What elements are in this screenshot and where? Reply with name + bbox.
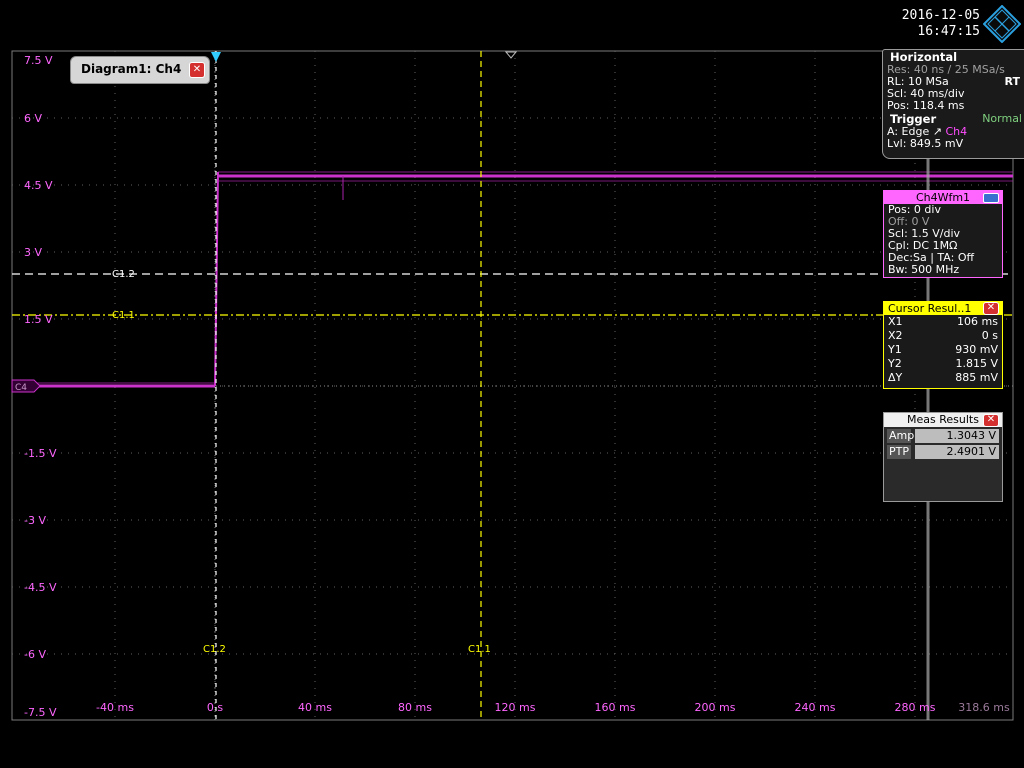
x-tick-label: -40 ms	[96, 701, 134, 714]
cursor-result-value: 1.815 V	[955, 357, 998, 370]
datetime: 2016-12-05 16:47:15	[880, 8, 980, 40]
y-tick-label: -4.5 V	[24, 581, 57, 594]
meas-result-name: Amp	[887, 429, 915, 443]
waveform-panel[interactable]: Ch4Wfm1 Pos: 0 div Off: 0 V Scl: 1.5 V/div…	[883, 190, 1003, 278]
trigger-mode: Normal	[982, 112, 1022, 125]
y-tick-label: 3 V	[24, 246, 42, 259]
ch4-marker-label: C4	[15, 383, 27, 393]
x-tick-label: 318.6 ms	[958, 701, 1010, 714]
x-tick-label: 120 ms	[495, 701, 536, 714]
x-axis-labels: -40 ms 0 s 40 ms 80 ms 120 ms 160 ms 200 ms 240…	[96, 701, 1010, 714]
meas-result-row: Amp 1.3043 V	[887, 429, 999, 443]
cursor-result-value: 0 s	[981, 329, 998, 342]
cursor-result-name: ΔY	[888, 371, 903, 384]
meas-results-close-icon[interactable]: ✕	[983, 414, 999, 427]
trigger-header: Trigger Normal	[883, 112, 1024, 126]
rohde-schwarz-logo-icon	[983, 5, 1021, 43]
meas-result-name: PTP	[887, 445, 911, 459]
x-tick-label: 240 ms	[795, 701, 836, 714]
x-tick-label: 0 s	[207, 701, 223, 714]
cursor-c11-label: C1.1	[112, 310, 135, 321]
time-text: 16:47:15	[917, 24, 980, 39]
y-tick-label: 6 V	[24, 112, 42, 125]
x-tick-label: 200 ms	[695, 701, 736, 714]
diagram-title: Diagram1: Ch4	[81, 62, 182, 76]
y-tick-label: 4.5 V	[24, 179, 53, 192]
y-tick-label: 7.5 V	[24, 54, 53, 67]
cursor-result-value: 106 ms	[957, 315, 998, 328]
meas-result-value: 1.3043 V	[915, 429, 999, 443]
x-tick-label: 160 ms	[595, 701, 636, 714]
cursor-result-row: Y2 1.815 V	[884, 357, 1002, 371]
meas-results-title: Meas Results	[907, 413, 979, 426]
cursor-result-row: X1 106 ms	[884, 315, 1002, 329]
cursor-result-name: Y2	[888, 357, 902, 370]
cursor-results-panel[interactable]: Cursor Resul..1 ✕ X1 106 ms X2 0 s Y1 930 mV Y…	[883, 301, 1003, 389]
cursor-c12-label: C1.2	[112, 269, 135, 280]
oscilloscope-display: C4 C1.2 C1.1 C1.2 C1.1 7.5 V 6 V 4.5 V 3 V 1…	[11, 50, 1014, 721]
meas-results-rows: Amp 1.3043 V PTP 2.4901 V	[884, 429, 1002, 459]
x-tick-label: 80 ms	[398, 701, 432, 714]
meas-result-value: 2.4901 V	[915, 445, 999, 459]
y-tick-label: 1.5 V	[24, 313, 53, 326]
ch4-waveform	[12, 171, 1013, 388]
waveform-setting: Bw: 500 MHz	[888, 263, 960, 276]
cursor-results-title: Cursor Resul..1	[888, 302, 972, 315]
cursor-result-value: 930 mV	[955, 343, 998, 356]
y-tick-label: -3 V	[24, 514, 46, 527]
diagram-close-icon[interactable]: ✕	[189, 62, 205, 78]
cursor-result-name: X1	[888, 315, 903, 328]
cursor-result-row: X2 0 s	[884, 329, 1002, 343]
x-tick-label: 280 ms	[895, 701, 936, 714]
date-text: 2016-12-05	[901, 8, 980, 23]
trigger-position-marker	[211, 52, 221, 62]
horizontal-rt: RT	[1004, 75, 1020, 88]
cursor-results-rows: X1 106 ms X2 0 s Y1 930 mV Y2 1.815 V ΔY 885 mV	[884, 315, 1002, 385]
meas-results-panel[interactable]: Meas Results ✕ Amp 1.3043 V PTP 2.4901 V	[883, 412, 1003, 502]
horizontal-position-marker	[504, 51, 518, 59]
trigger-title: Trigger	[890, 112, 937, 126]
trigger-level: Lvl: 849.5 mV	[887, 137, 964, 150]
waveform-settings: Pos: 0 div Off: 0 V Scl: 1.5 V/div Cpl: DC …	[884, 204, 1002, 276]
cursor-c11-x-label: C1.1	[468, 644, 491, 655]
horizontal-trigger-panel[interactable]: Horizontal Res: 40 ns / 25 MSa/s RL: 10 …	[882, 49, 1024, 159]
meas-results-header: Meas Results ✕	[884, 413, 1002, 427]
y-tick-label: -1.5 V	[24, 447, 57, 460]
meas-result-row: PTP 2.4901 V	[887, 445, 999, 459]
y-tick-label: -7.5 V	[24, 706, 57, 719]
y-tick-label: -6 V	[24, 648, 46, 661]
cursor-result-name: Y1	[888, 343, 902, 356]
ch4-offset-marker[interactable]: C4	[11, 379, 41, 393]
minimize-icon[interactable]	[983, 193, 999, 203]
cursor-results-header: Cursor Resul..1 ✕	[884, 302, 1002, 315]
cursor-c12-x-label: C1.2	[203, 644, 226, 655]
cursor-result-value: 885 mV	[955, 371, 998, 384]
diagram-tab[interactable]: Diagram1: Ch4 ✕	[70, 56, 210, 84]
cursor-results-close-icon[interactable]: ✕	[983, 302, 999, 315]
cursor-result-row: Y1 930 mV	[884, 343, 1002, 357]
x-tick-label: 40 ms	[298, 701, 332, 714]
cursor-result-row: ΔY 885 mV	[884, 371, 1002, 385]
cursor-result-name: X2	[888, 329, 903, 342]
horizontal-title: Horizontal	[890, 50, 958, 64]
horizontal-pos: Pos: 118.4 ms	[887, 99, 965, 112]
